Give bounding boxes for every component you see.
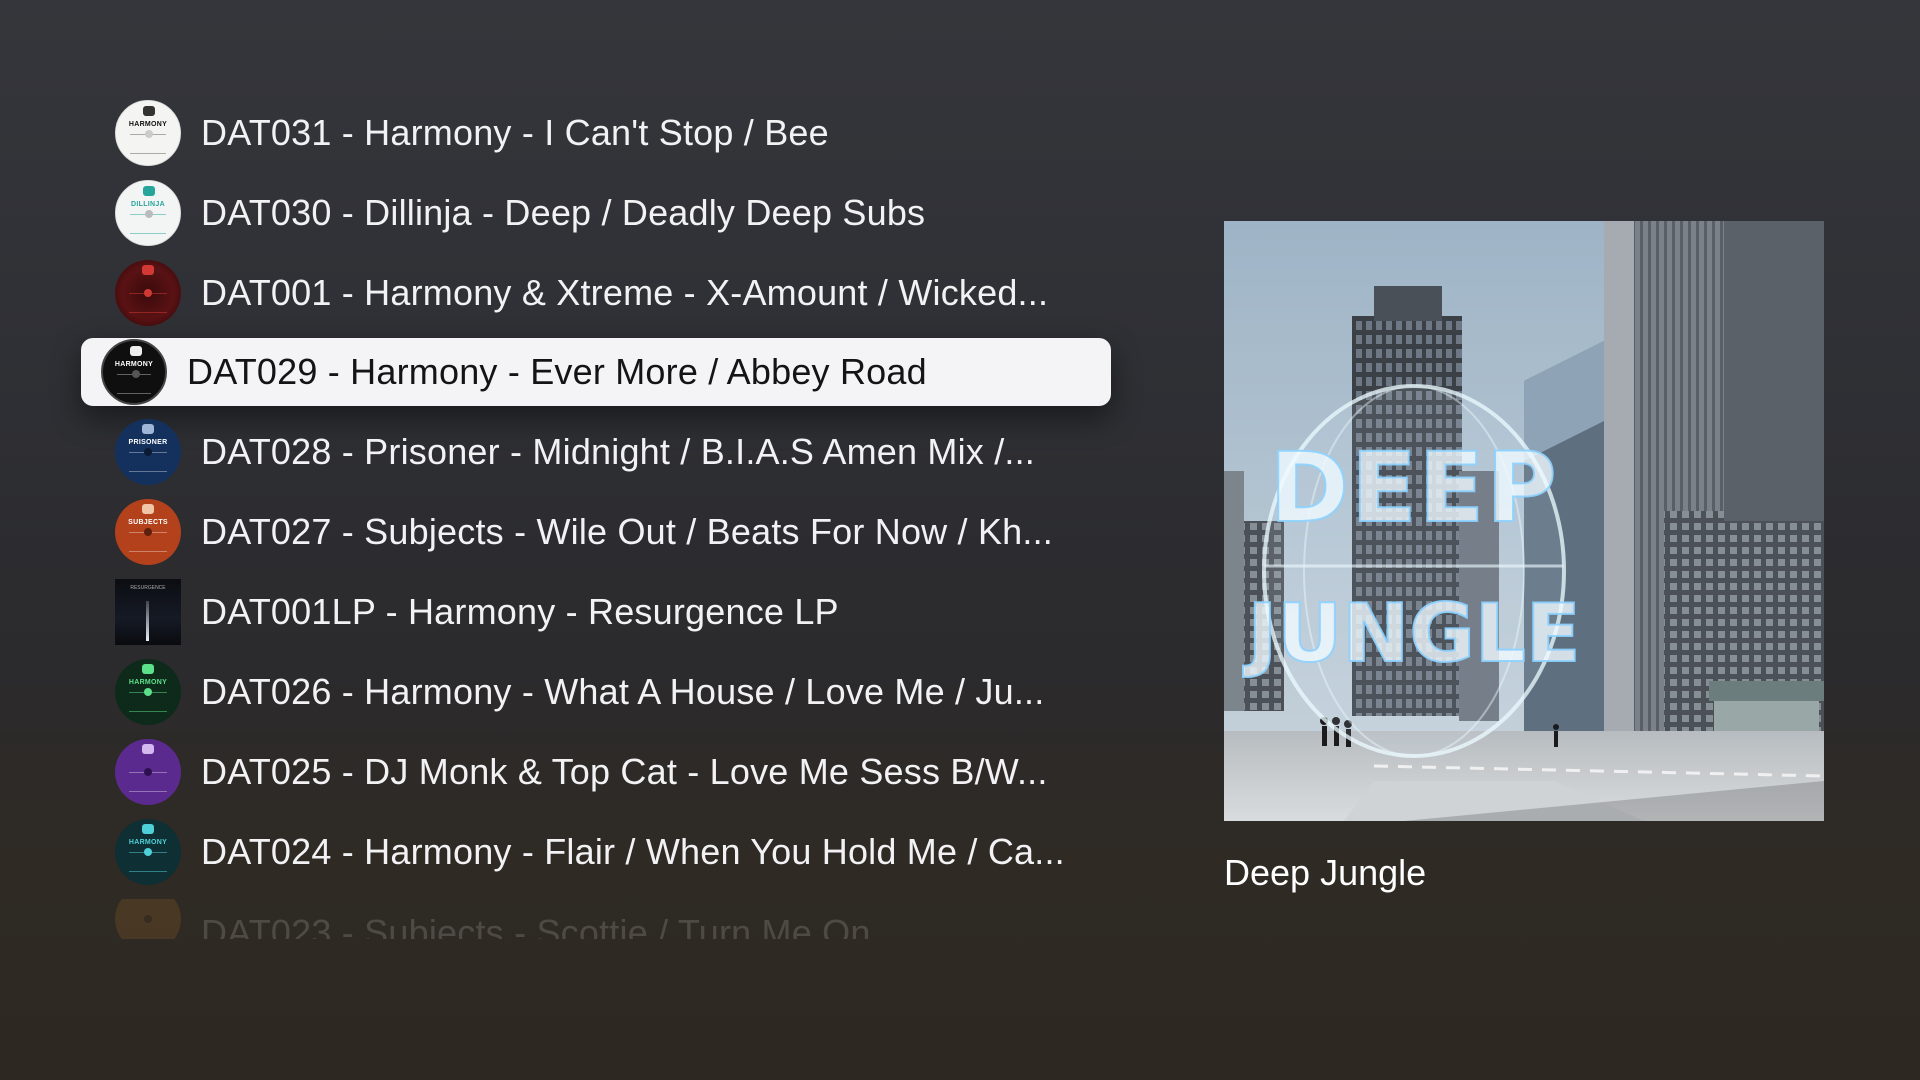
release-row-dat024[interactable]: HARMONY DAT024 - Harmony - Flair / When … (115, 819, 1115, 885)
release-title: DAT029 - Harmony - Ever More / Abbey Roa… (187, 351, 927, 392)
record-label-thumbnail: HARMONY (101, 339, 167, 405)
record-label-thumbnail: HARMONY (115, 819, 181, 885)
record-label-thumbnail (115, 260, 181, 326)
release-title: DAT031 - Harmony - I Can't Stop / Bee (201, 112, 829, 153)
record-label-thumbnail: DILLINJA (115, 180, 181, 246)
album-cover-thumbnail: RESURGENCE (115, 579, 181, 645)
release-title: DAT028 - Prisoner - Midnight / B.I.A.S A… (201, 431, 1036, 472)
release-row-dat027[interactable]: SUBJECTS DAT027 - Subjects - Wile Out / … (115, 499, 1115, 565)
release-row-dat001lp[interactable]: RESURGENCE DAT001LP - Harmony - Resurgen… (115, 579, 1115, 645)
release-row-dat028[interactable]: PRISONER DAT028 - Prisoner - Midnight / … (115, 419, 1115, 485)
record-label-thumbnail: PRISONER (115, 419, 181, 485)
release-list: HARMONY DAT031 - Harmony - I Can't Stop … (0, 0, 1150, 1080)
release-title: DAT026 - Harmony - What A House / Love M… (201, 671, 1045, 712)
release-title: DAT001 - Harmony & Xtreme - X-Amount / W… (201, 272, 1049, 313)
record-label-thumbnail: HARMONY (115, 100, 181, 166)
release-title: DAT027 - Subjects - Wile Out / Beats For… (201, 511, 1054, 552)
release-row-dat029-focused[interactable]: HARMONY DAT029 - Harmony - Ever More / A… (81, 338, 1111, 406)
artwork-text-deep: DEEP (1269, 432, 1558, 544)
record-label-thumbnail (115, 739, 181, 805)
release-title: DAT025 - DJ Monk & Top Cat - Love Me Ses… (201, 751, 1048, 792)
record-label-thumbnail: SUBJECTS (115, 499, 181, 565)
record-label-thumbnail: HARMONY (115, 659, 181, 725)
release-row-dat025[interactable]: DAT025 - DJ Monk & Top Cat - Love Me Ses… (115, 739, 1115, 805)
release-row-dat030[interactable]: DILLINJA DAT030 - Dillinja - Deep / Dead… (115, 180, 1115, 246)
album-artwork: DEEP JUNGLE (1224, 221, 1824, 821)
record-label-thumbnail (115, 899, 181, 939)
artwork-title: Deep Jungle (1224, 852, 1427, 893)
release-row-dat023[interactable]: DAT023 - Subjects - Scottie / Turn Me On (115, 899, 1115, 939)
release-title: DAT030 - Dillinja - Deep / Deadly Deep S… (201, 192, 926, 233)
release-row-dat026[interactable]: HARMONY DAT026 - Harmony - What A House … (115, 659, 1115, 725)
release-row-dat031[interactable]: HARMONY DAT031 - Harmony - I Can't Stop … (115, 100, 1115, 166)
artwork-text-jungle: JUNGLE (1243, 587, 1581, 680)
release-row-dat001[interactable]: DAT001 - Harmony & Xtreme - X-Amount / W… (115, 260, 1115, 326)
release-title: DAT024 - Harmony - Flair / When You Hold… (201, 831, 1065, 872)
release-title: DAT001LP - Harmony - Resurgence LP (201, 591, 839, 632)
release-title: DAT023 - Subjects - Scottie / Turn Me On (201, 912, 871, 939)
